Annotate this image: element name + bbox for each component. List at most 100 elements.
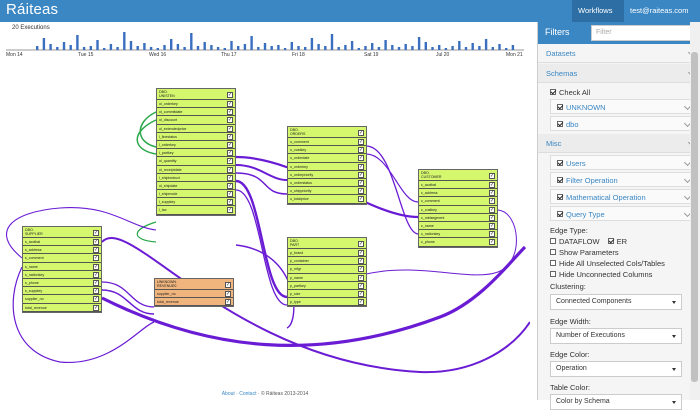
schemas-section[interactable]: Schemas <box>538 64 700 83</box>
column-checkbox[interactable]: ✓ <box>227 141 233 148</box>
column-row[interactable]: c_mktsegment ✓ <box>419 214 497 222</box>
column-row[interactable]: l_tax ✓ <box>157 206 235 215</box>
column-row[interactable]: p_container ✓ <box>288 257 366 266</box>
schema-unknown-checkbox[interactable] <box>557 104 563 111</box>
column-checkbox[interactable]: ✓ <box>358 282 364 289</box>
clustering-select[interactable]: Connected Components <box>550 294 682 310</box>
column-checkbox[interactable]: ✓ <box>227 101 233 107</box>
column-row[interactable]: supplier_no ✓ <box>155 290 233 299</box>
column-row[interactable]: ol_shipdate ✓ <box>157 182 235 191</box>
check-all-option[interactable]: Check All <box>550 88 590 97</box>
table-node-orders[interactable]: DBO. ORDERS ✓ o_comment ✓ o_custkey ✓ o_orderd… <box>287 126 367 205</box>
lineage-edge[interactable] <box>136 119 157 155</box>
column-row[interactable]: o_comment ✓ <box>288 138 366 147</box>
column-checkbox[interactable]: ✓ <box>358 250 364 256</box>
check-all-checkbox[interactable] <box>550 89 556 96</box>
table-checkbox[interactable]: ✓ <box>358 241 364 247</box>
users-checkbox[interactable] <box>557 160 563 167</box>
table-checkbox[interactable]: ✓ <box>489 173 495 179</box>
hide-unconnected-option[interactable]: Hide Unconnected Columns <box>550 270 652 279</box>
column-row[interactable]: ol_receiptdate ✓ <box>157 166 235 174</box>
column-checkbox[interactable]: ✓ <box>358 196 364 203</box>
column-checkbox[interactable]: ✓ <box>227 199 233 206</box>
column-checkbox[interactable]: ✓ <box>227 109 233 116</box>
column-row[interactable]: o_orderpriority ✓ <box>288 171 366 179</box>
hide-unselected-option[interactable]: Hide All Unselected Cols/Tables <box>550 259 665 268</box>
column-row[interactable]: o_totalprice ✓ <box>288 195 366 204</box>
column-checkbox[interactable]: ✓ <box>93 263 99 270</box>
edge-width-select[interactable]: Number of Executions <box>550 328 682 344</box>
column-row[interactable]: ol_extendedprice ✓ <box>157 125 235 133</box>
column-row[interactable]: l_suppkey ✓ <box>157 198 235 207</box>
column-checkbox[interactable]: ✓ <box>227 174 233 181</box>
lineage-edge[interactable] <box>235 179 288 299</box>
column-checkbox[interactable]: ✓ <box>93 247 99 254</box>
column-checkbox[interactable]: ✓ <box>225 299 231 306</box>
column-checkbox[interactable]: ✓ <box>227 166 233 173</box>
show-parameters-option[interactable]: Show Parameters <box>550 248 619 257</box>
column-checkbox[interactable]: ✓ <box>358 188 364 195</box>
column-row[interactable]: ol_quantity ✓ <box>157 157 235 166</box>
scrollbar-thumb[interactable] <box>691 52 698 382</box>
table-checkbox[interactable]: ✓ <box>225 282 231 288</box>
lineage-edge[interactable] <box>136 221 157 243</box>
column-row[interactable]: s_acctbal ✓ <box>23 238 101 247</box>
column-row[interactable]: p_brand ✓ <box>288 249 366 258</box>
column-checkbox[interactable]: ✓ <box>227 150 233 157</box>
column-row[interactable]: o_orderdate ✓ <box>288 154 366 163</box>
er-checkbox[interactable] <box>607 238 614 245</box>
lineage-edge[interactable] <box>365 145 419 235</box>
column-row[interactable]: c_custkey ✓ <box>419 206 497 214</box>
schema-item-unknown[interactable]: UNKNOWN <box>550 99 695 114</box>
filter-search-input[interactable]: Filter <box>591 25 695 41</box>
column-row[interactable]: o_custkey ✓ <box>288 146 366 155</box>
column-row[interactable]: p_name ✓ <box>288 274 366 282</box>
column-checkbox[interactable]: ✓ <box>489 206 495 213</box>
column-checkbox[interactable]: ✓ <box>358 266 364 273</box>
column-checkbox[interactable]: ✓ <box>93 296 99 303</box>
column-row[interactable]: p_partkey ✓ <box>288 282 366 290</box>
column-row[interactable]: ol_discount ✓ <box>157 116 235 125</box>
column-row[interactable]: o_orderstatus ✓ <box>288 179 366 188</box>
column-checkbox[interactable]: ✓ <box>358 147 364 154</box>
column-checkbox[interactable]: ✓ <box>358 163 364 170</box>
column-checkbox[interactable]: ✓ <box>358 139 364 145</box>
sidebar-scrollbar[interactable] <box>690 22 700 400</box>
column-row[interactable]: supplier_no ✓ <box>23 295 101 304</box>
column-checkbox[interactable]: ✓ <box>227 191 233 198</box>
column-row[interactable]: l_orderkey ✓ <box>157 141 235 150</box>
table-node-part[interactable]: DBO. PART ✓ p_brand ✓ p_container ✓ p_mfgr ✓ p_n… <box>287 237 367 308</box>
column-checkbox[interactable]: ✓ <box>489 222 495 229</box>
table-node-revenue[interactable]: UNKNOWN. REVENUE0 ✓ supplier_no ✓ total_reve… <box>154 278 234 308</box>
hide-unselected-checkbox[interactable] <box>550 260 556 267</box>
column-row[interactable]: c_acctbal ✓ <box>419 181 497 190</box>
column-checkbox[interactable]: ✓ <box>93 255 99 262</box>
misc-item-mathematical-operation[interactable]: Mathematical Operation <box>550 189 695 204</box>
column-row[interactable]: o_orderkey ✓ <box>288 163 366 171</box>
column-row[interactable]: ol_commitdate ✓ <box>157 108 235 117</box>
table-node-unisten[interactable]: DBO. UNISTEN ✓ ol_orderkey ✓ ol_commitdate ✓ o… <box>156 88 236 216</box>
column-checkbox[interactable]: ✓ <box>489 182 495 188</box>
misc-item-users[interactable]: Users <box>550 155 695 170</box>
table-node-customer[interactable]: DBO. CUSTOMER ✓ c_acctbal ✓ c_address ✓ c_comm… <box>418 169 498 248</box>
column-row[interactable]: l_shipmode ✓ <box>157 190 235 199</box>
column-row[interactable]: l_partkey ✓ <box>157 149 235 158</box>
column-row[interactable]: total_revenue ✓ <box>155 298 233 307</box>
column-checkbox[interactable]: ✓ <box>227 133 233 140</box>
column-checkbox[interactable]: ✓ <box>227 125 233 132</box>
column-row[interactable]: c_address ✓ <box>419 189 497 198</box>
column-row[interactable]: o_shippriority ✓ <box>288 187 366 196</box>
column-checkbox[interactable]: ✓ <box>489 198 495 205</box>
workflows-menu[interactable]: Workflows <box>572 0 624 35</box>
edge-color-select[interactable]: Operation <box>550 361 682 377</box>
filter-operation-checkbox[interactable] <box>557 177 563 184</box>
column-checkbox[interactable]: ✓ <box>93 288 99 295</box>
column-row[interactable]: c_nationkey ✓ <box>419 230 497 239</box>
brand-logo[interactable]: Ráiteas <box>6 1 58 18</box>
column-row[interactable]: l_linestatus ✓ <box>157 133 235 141</box>
column-row[interactable]: p_size ✓ <box>288 290 366 299</box>
lineage-edge[interactable] <box>235 164 288 181</box>
column-checkbox[interactable]: ✓ <box>358 179 364 186</box>
column-checkbox[interactable]: ✓ <box>227 182 233 189</box>
about-link[interactable]: About <box>222 391 235 397</box>
